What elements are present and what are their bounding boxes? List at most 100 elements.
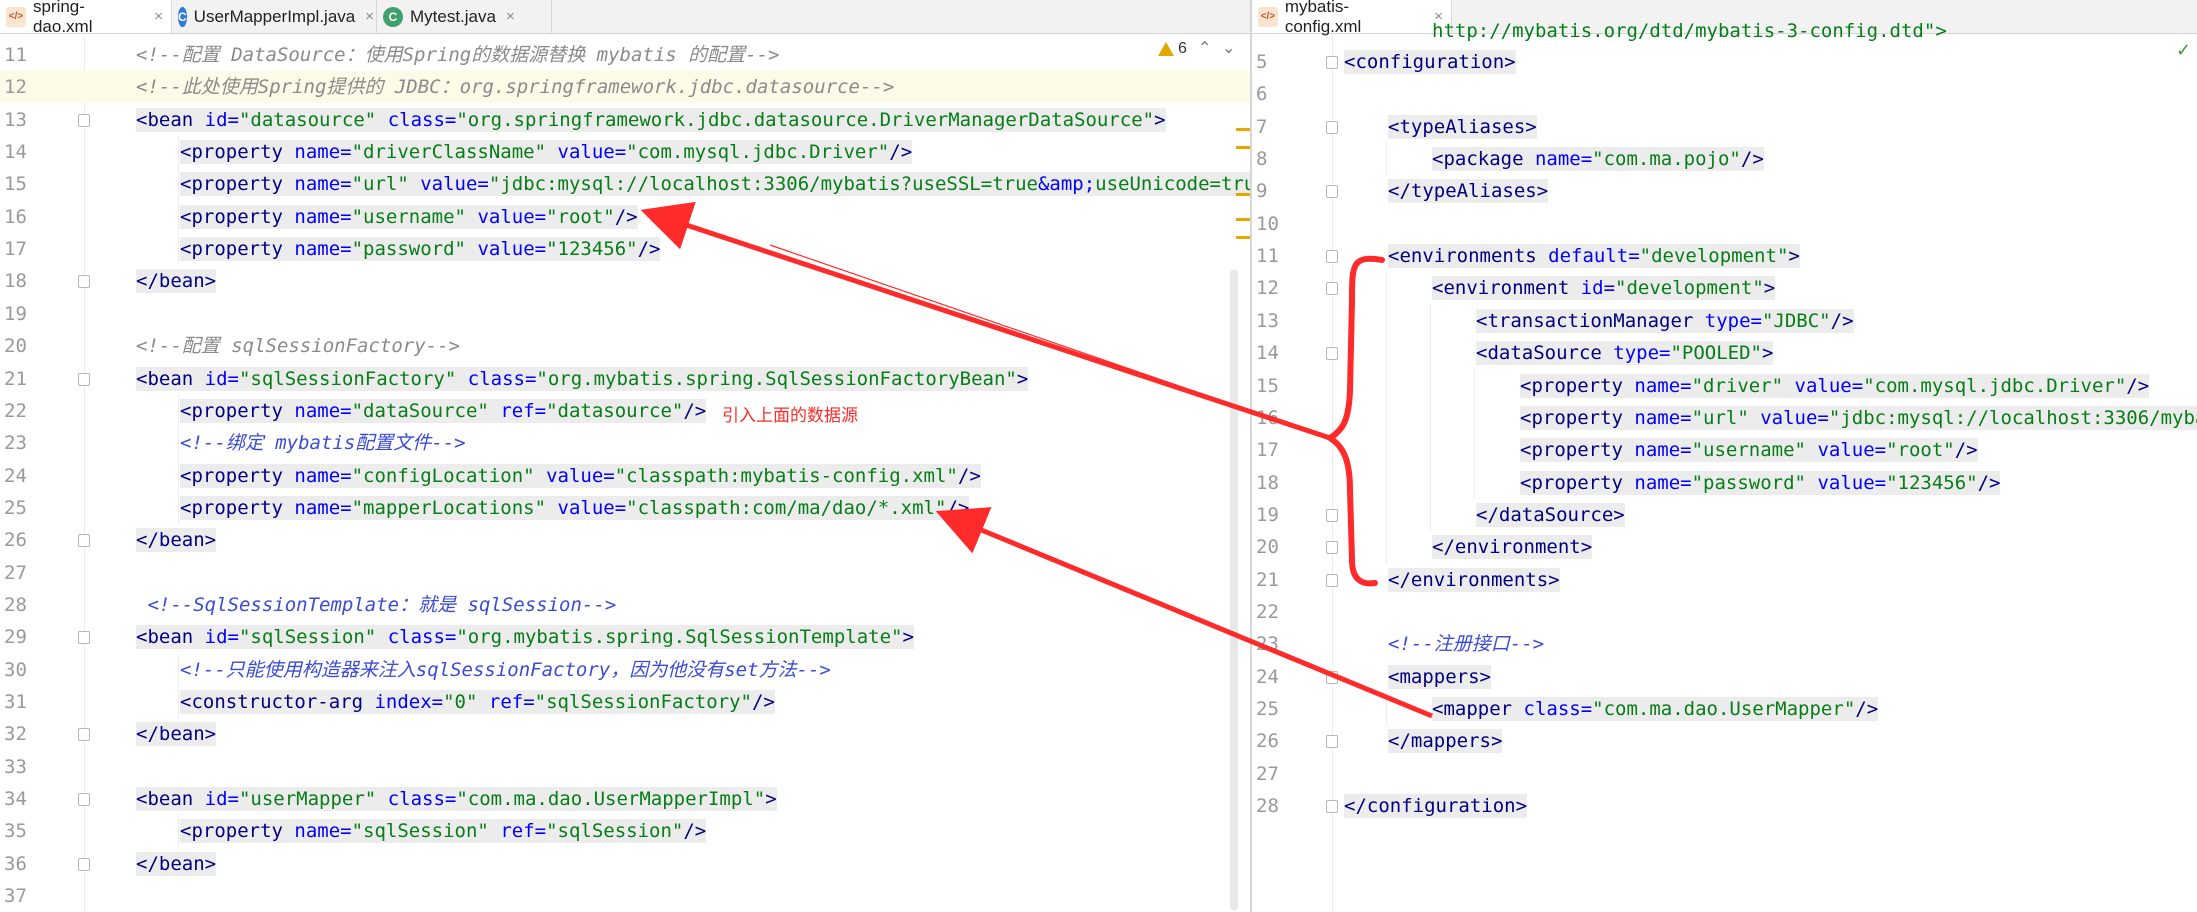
code-line[interactable]: 13 <bean id="datasource" class="org.sprin… (0, 104, 1250, 136)
code-text: <environment id="development"> (1432, 276, 1776, 301)
tab-mybatis-config-xml[interactable]: </> mybatis-config.xml × (1252, 0, 1452, 36)
indent-guide (178, 686, 179, 718)
fold-marker-icon[interactable] (78, 793, 90, 807)
close-icon[interactable]: × (506, 8, 515, 25)
right-code-area[interactable]: http://mybatis.org/dtd/mybatis-3-config.… (1252, 20, 2197, 912)
code-line[interactable]: 24 <mappers> (1252, 661, 2197, 693)
code-line[interactable]: 21 </environments> (1252, 564, 2197, 596)
code-line[interactable]: 31 <constructor-arg index="0" ref="sqlSes… (0, 686, 1250, 718)
code-line[interactable]: 6 (1252, 78, 2197, 110)
line-number: 18 (1256, 471, 1279, 494)
fold-marker-icon[interactable] (1326, 120, 1338, 134)
warning-indicator[interactable]: 6 (1158, 40, 1187, 58)
tab-mytest-java[interactable]: C Mytest.java × (377, 0, 552, 33)
code-line[interactable]: 14 <property name="driverClassName" value… (0, 136, 1250, 169)
fold-marker-icon[interactable] (1326, 800, 1338, 814)
line-number: 16 (1256, 406, 1279, 429)
fold-marker-icon[interactable] (78, 857, 90, 871)
code-line[interactable]: 35 <property name="sqlSession" ref="sqlSe… (0, 815, 1250, 848)
fold-marker-icon[interactable] (1326, 185, 1338, 199)
code-line[interactable]: 15 <property name="driver" value="com.mys… (1252, 369, 2197, 402)
code-line[interactable]: 15 <property name="url" value="jdbc:mysql… (0, 168, 1250, 201)
left-code-area[interactable]: 11 <!--配置 DataSource：使用Spring的数据源替换 mybat… (0, 33, 1250, 912)
code-line[interactable]: 18 <property name="password" value="12345… (1252, 466, 2197, 499)
indent-guide (1430, 401, 1431, 434)
close-icon[interactable]: × (154, 8, 163, 25)
code-line[interactable]: 18 </bean> (0, 265, 1250, 297)
code-line[interactable]: 22 (1252, 596, 2197, 628)
warning-marker[interactable] (1236, 218, 1250, 221)
code-line[interactable]: 13 <transactionManager type="JDBC"/> (1252, 304, 2197, 337)
code-line[interactable]: 16 <property name="url" value="jdbc:mysql… (1252, 401, 2197, 434)
code-line[interactable]: 23 <!--注册接口--> (1252, 628, 2197, 660)
fold-marker-icon[interactable] (1326, 735, 1338, 749)
code-line[interactable]: 25 <mapper class="com.ma.dao.UserMapper"/… (1252, 693, 2197, 725)
chevron-up-icon[interactable]: ⌃ (1198, 38, 1211, 58)
code-line[interactable]: 33 (0, 751, 1250, 783)
code-line[interactable]: 5 <configuration> (1252, 46, 2197, 78)
code-line[interactable]: 12 <environment id="development"> (1252, 272, 2197, 305)
indent-guide (1386, 337, 1387, 370)
code-line[interactable]: 26 </bean> (0, 524, 1250, 556)
fold-marker-icon[interactable] (78, 534, 90, 548)
fold-marker-icon[interactable] (1326, 56, 1338, 69)
line-number: 19 (4, 302, 27, 325)
warning-marker[interactable] (1236, 146, 1250, 149)
fold-marker-icon[interactable] (1326, 508, 1338, 522)
fold-marker-icon[interactable] (1326, 347, 1338, 361)
warning-marker[interactable] (1236, 236, 1250, 239)
chevron-down-icon[interactable]: ⌄ (1222, 38, 1235, 58)
code-line[interactable]: 17 <property name="username" value="root"… (1252, 434, 2197, 467)
code-line[interactable]: 30 <!--只能使用构造器来注入sqlSessionFactory，因为他没有s… (0, 653, 1250, 686)
tab-spring-dao-xml[interactable]: </> spring-dao.xml × (0, 0, 172, 36)
line-number: 18 (4, 270, 27, 293)
fold-marker-icon[interactable] (78, 372, 90, 386)
code-line[interactable]: 20 <!--配置 sqlSessionFactory--> (0, 330, 1250, 362)
fold-marker-icon[interactable] (78, 275, 90, 289)
code-line[interactable]: 20 </environment> (1252, 531, 2197, 564)
code-text: <!--此处使用Spring提供的 JDBC：org.springframewo… (136, 76, 895, 99)
code-text: <property name="configLocation" value="c… (180, 463, 981, 488)
code-line[interactable]: 27 (1252, 758, 2197, 790)
code-line[interactable]: 11 <!--配置 DataSource：使用Spring的数据源替换 mybat… (0, 39, 1250, 71)
code-line[interactable]: 28 </configuration> (1252, 790, 2197, 822)
code-line[interactable]: 7 <typeAliases> (1252, 111, 2197, 143)
code-line[interactable]: 17 <property name="password" value="12345… (0, 233, 1250, 266)
code-line[interactable]: 8 <package name="com.ma.pojo"/> (1252, 143, 2197, 176)
warning-marker[interactable] (1236, 193, 1250, 196)
code-line[interactable]: 32 </bean> (0, 718, 1250, 750)
code-line[interactable]: 25 <property name="mapperLocations" value… (0, 491, 1250, 524)
vertical-scrollbar[interactable] (1230, 270, 1238, 910)
close-icon[interactable]: × (365, 8, 374, 25)
code-line[interactable]: 37 (0, 880, 1250, 912)
tab-usermapperimpl-java[interactable]: C UserMapperImpl.java × (172, 0, 377, 33)
code-line[interactable]: 27 (0, 557, 1250, 589)
code-line[interactable]: 16 <property name="username" value="root"… (0, 200, 1250, 233)
fold-marker-icon[interactable] (1326, 250, 1338, 264)
code-line[interactable]: 14 <dataSource type="POOLED"> (1252, 337, 2197, 370)
fold-marker-icon[interactable] (78, 113, 90, 127)
code-line[interactable]: 34 <bean id="userMapper" class="com.ma.da… (0, 783, 1250, 815)
code-line[interactable]: 19 (0, 298, 1250, 330)
warning-marker[interactable] (1236, 128, 1250, 131)
fold-marker-icon[interactable] (78, 728, 90, 742)
fold-marker-icon[interactable] (78, 631, 90, 645)
code-line[interactable]: 11 <environments default="development"> (1252, 240, 2197, 272)
code-line[interactable]: 24 <property name="configLocation" value=… (0, 459, 1250, 492)
fold-marker-icon[interactable] (1326, 541, 1338, 555)
line-number: 15 (4, 173, 27, 196)
code-line[interactable]: 9 </typeAliases> (1252, 175, 2197, 207)
code-line[interactable]: 23 <!--绑定 mybatis配置文件--> (0, 427, 1250, 460)
code-line[interactable]: 22 <property name="dataSource" ref="datas… (0, 394, 1250, 427)
code-line[interactable]: 12 <!--此处使用Spring提供的 JDBC：org.springframe… (0, 71, 1250, 104)
fold-marker-icon[interactable] (1326, 573, 1338, 587)
fold-marker-icon[interactable] (1326, 670, 1338, 684)
fold-marker-icon[interactable] (1326, 282, 1338, 296)
code-line[interactable]: 10 (1252, 208, 2197, 240)
code-line[interactable]: 26 </mappers> (1252, 725, 2197, 757)
code-line[interactable]: 29 <bean id="sqlSession" class="org.mybat… (0, 621, 1250, 653)
code-line[interactable]: 28 <!--SqlSessionTemplate：就是 sqlSession-… (0, 589, 1250, 621)
code-line[interactable]: 21 <bean id="sqlSessionFactory" class="or… (0, 363, 1250, 395)
code-line[interactable]: 36 </bean> (0, 848, 1250, 880)
code-line[interactable]: 19 </dataSource> (1252, 498, 2197, 531)
